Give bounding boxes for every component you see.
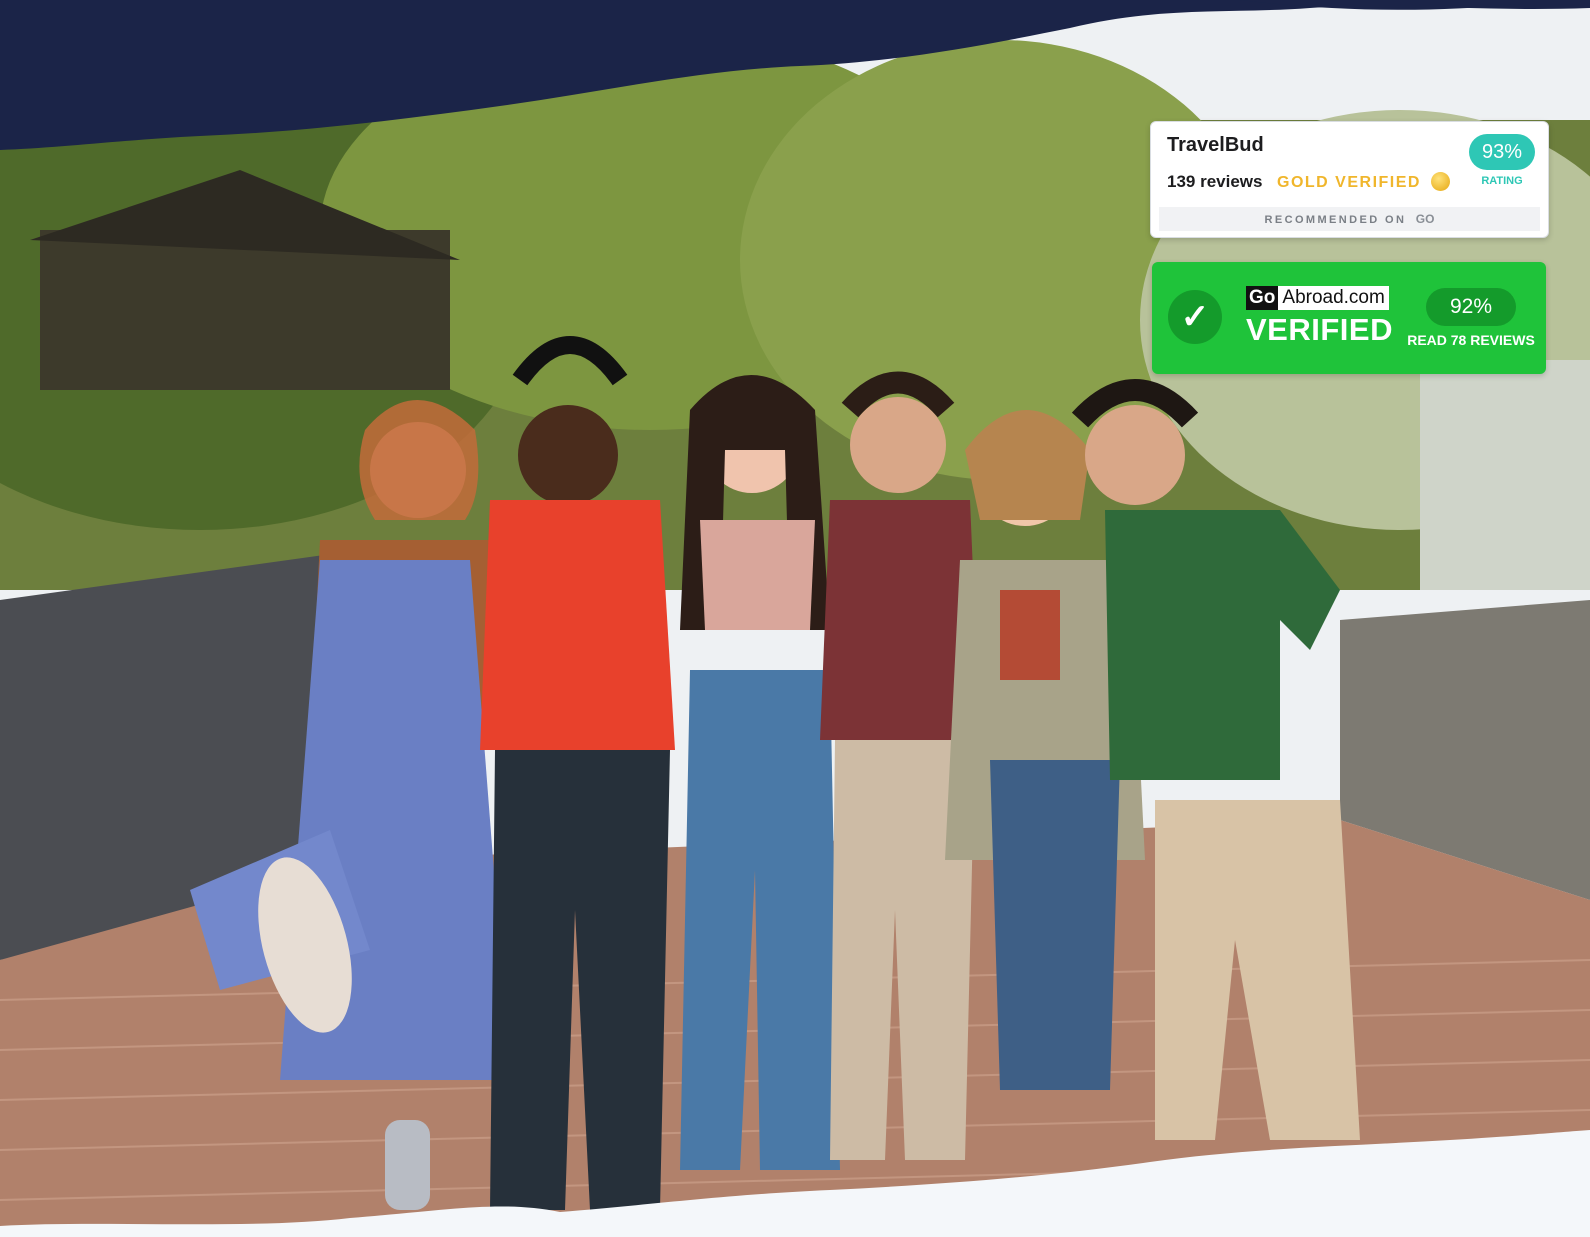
recommended-on-text: RECOMMENDED ON <box>1264 214 1407 226</box>
gold-verified-label: GOLD VERIFIED <box>1277 174 1421 191</box>
gold-verified-icon <box>1431 172 1450 191</box>
travelbud-reviews-count[interactable]: 139 reviews <box>1167 172 1262 192</box>
recommended-footer[interactable]: RECOMMENDED ON GO <box>1159 207 1540 231</box>
goabroad-badge[interactable]: ✓ Go Abroad.com VERIFIED 92% READ 78 REV… <box>1152 262 1546 374</box>
check-icon: ✓ <box>1168 290 1222 344</box>
travelbud-name: TravelBud <box>1167 134 1264 156</box>
verified-label: VERIFIED <box>1246 312 1393 347</box>
goabroad-logo-go: Go <box>1246 286 1279 310</box>
go-logo: GO <box>1415 212 1435 226</box>
goabroad-rating-pill: 92% <box>1426 288 1516 326</box>
goabroad-logo: Go Abroad.com <box>1246 286 1389 310</box>
read-reviews-link[interactable]: READ 78 REVIEWS <box>1402 332 1540 348</box>
travelbud-rating-label: RATING <box>1481 175 1523 187</box>
goabroad-logo-text: Abroad.com <box>1278 286 1389 310</box>
travelbud-rating-pill: 93% <box>1469 134 1535 170</box>
travelbud-badge[interactable]: TravelBud 139 reviews GOLD VERIFIED 93% … <box>1150 121 1549 238</box>
